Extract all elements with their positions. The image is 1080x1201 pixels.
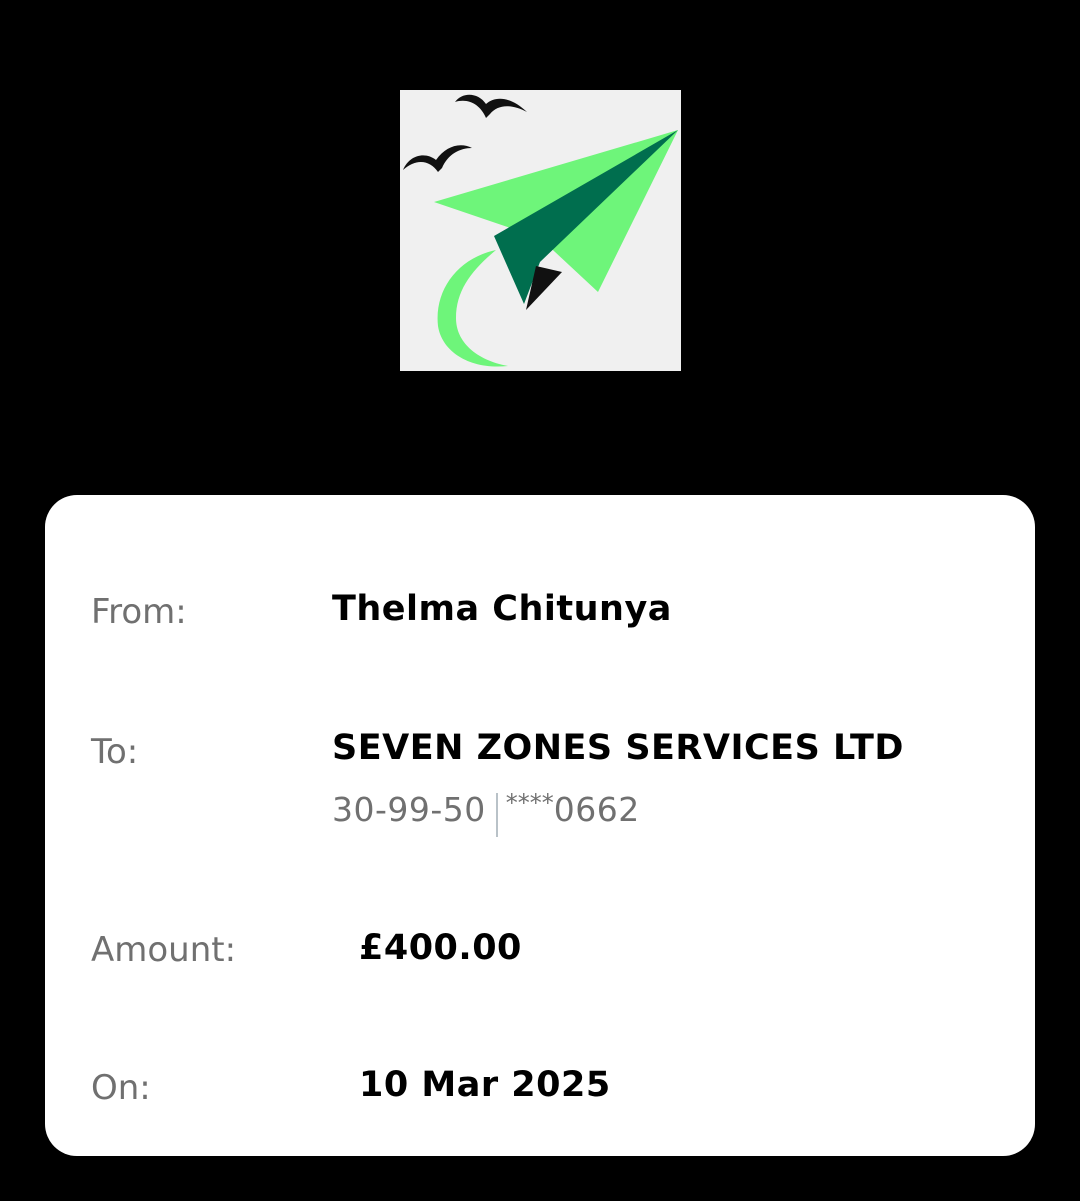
amount-value: £400.00 (359, 928, 522, 968)
from-label: From: (91, 592, 187, 632)
from-value: Thelma Chitunya (332, 589, 672, 629)
to-label: To: (91, 732, 139, 772)
account-divider (495, 793, 498, 837)
receipt-card: From: Thelma Chitunya To: SEVEN ZONES SE… (45, 495, 1035, 1156)
paper-plane-logo-icon (403, 94, 678, 367)
date-value: 10 Mar 2025 (359, 1065, 611, 1105)
sort-code: 30-99-50 (332, 789, 486, 829)
app-logo (400, 90, 681, 371)
bird-icon (455, 94, 527, 118)
to-value: SEVEN ZONES SERVICES LTD (332, 728, 904, 768)
account-mask: **** (505, 789, 554, 817)
swoosh-shape (437, 250, 508, 367)
bird-icon (403, 145, 472, 172)
account-last4: 0662 (553, 789, 640, 829)
amount-label: Amount: (91, 930, 237, 970)
date-label: On: (91, 1068, 151, 1108)
account-details: 30-99-50 **** 0662 (332, 787, 640, 837)
